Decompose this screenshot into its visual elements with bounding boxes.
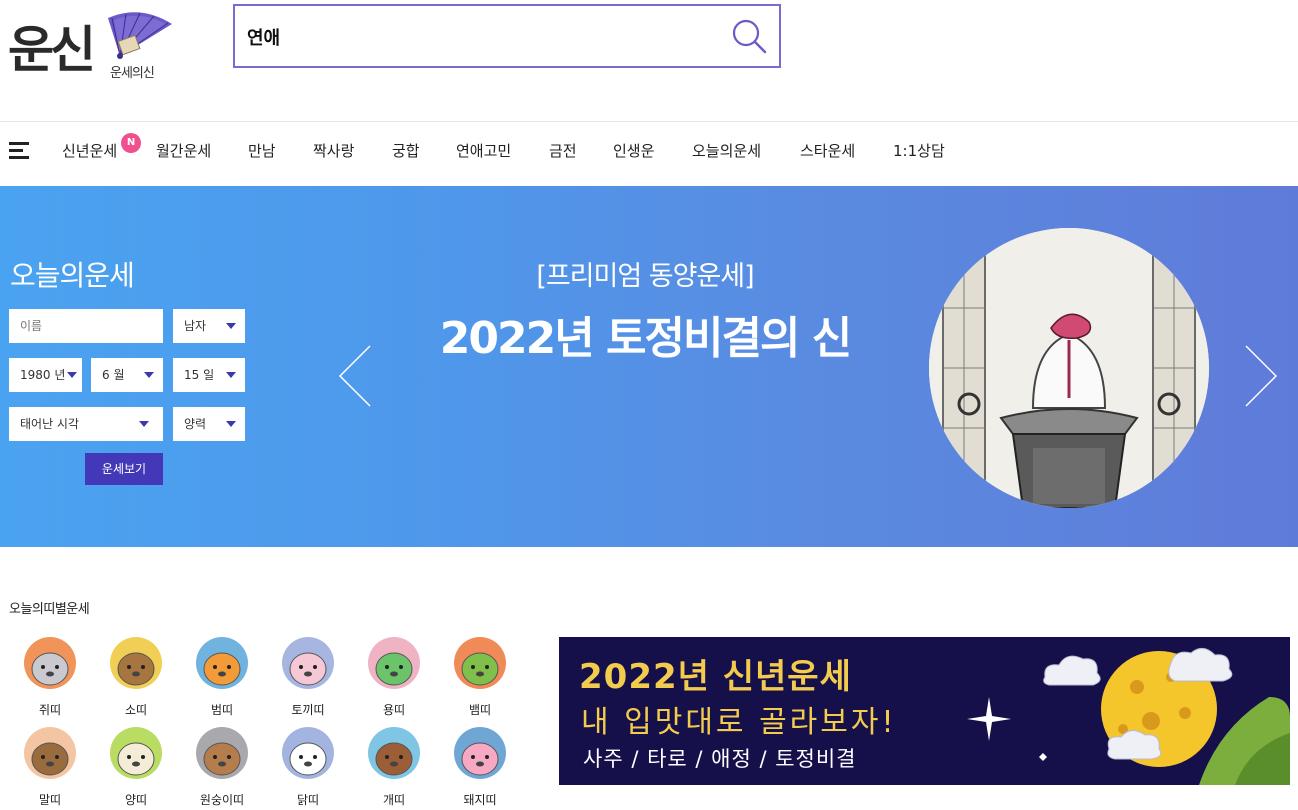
zodiac-label: 원숭이띠 <box>199 793 245 807</box>
zodiac-item[interactable]: 토끼띠 <box>273 637 343 718</box>
nav-item-meeting[interactable]: 만남 <box>248 140 276 161</box>
year-value: 1980 년 <box>20 368 66 382</box>
calendar-select[interactable]: 양력 <box>173 407 245 441</box>
menu-icon[interactable] <box>9 142 29 160</box>
main-nav: 신년운세 N 월간운세 만남 짝사랑 궁합 연애고민 금전 인생운 오늘의운세 … <box>0 122 1298 186</box>
zodiac-item[interactable]: 소띠 <box>101 637 171 718</box>
zodiac-animal-icon <box>110 637 162 689</box>
zodiac-item[interactable]: 말띠 <box>15 727 85 808</box>
year-select[interactable]: 1980 년 <box>9 358 82 392</box>
zodiac-label: 용띠 <box>382 703 406 717</box>
zodiac-animal-icon <box>282 637 334 689</box>
nav-item-money[interactable]: 금전 <box>549 140 577 161</box>
gender-select[interactable]: 남자 <box>173 309 245 343</box>
zodiac-animal-icon <box>196 637 248 689</box>
zodiac-animal-icon <box>368 637 420 689</box>
site-logo[interactable]: 운신 운세의신 <box>8 8 172 84</box>
promo-categories: 사주 / 타로 / 애정 / 토정비결 <box>583 747 857 771</box>
zodiac-animal-icon <box>454 727 506 779</box>
new-year-promo-banner[interactable]: 2022년 신년운세 내 입맛대로 골라보자! 사주 / 타로 / 애정 / 토… <box>559 637 1290 785</box>
search-icon[interactable] <box>731 18 769 56</box>
chevron-down-icon <box>226 323 236 329</box>
view-fortune-button[interactable]: 운세보기 <box>85 453 163 485</box>
day-select[interactable]: 15 일 <box>173 358 245 392</box>
zodiac-label: 개띠 <box>382 793 406 807</box>
zodiac-label: 양띠 <box>124 793 148 807</box>
month-select[interactable]: 6 월 <box>91 358 163 392</box>
hero-section: 오늘의운세 남자 1980 년 6 월 15 일 태어난 시각 양력 운세보기 … <box>0 186 1298 547</box>
banner-illustration[interactable] <box>929 228 1209 508</box>
birth-time-select[interactable]: 태어난 시각 <box>9 407 163 441</box>
month-value: 6 월 <box>102 368 125 382</box>
promo-headline: 2022년 신년운세 <box>579 657 852 697</box>
nav-item-new-year[interactable]: 신년운세 <box>62 140 117 161</box>
chevron-down-icon <box>144 372 154 378</box>
logo-subtitle: 운세의신 <box>110 66 155 81</box>
banner-title[interactable]: 2022년 토정비결의 신 <box>340 302 950 366</box>
next-arrow-icon[interactable] <box>1244 344 1280 408</box>
nav-item-today[interactable]: 오늘의운세 <box>692 140 761 161</box>
zodiac-animal-icon <box>282 727 334 779</box>
gender-value: 남자 <box>184 319 207 333</box>
search-box <box>233 4 781 68</box>
prev-arrow-icon[interactable] <box>336 344 372 408</box>
name-input[interactable] <box>9 309 163 343</box>
zodiac-label: 뱀띠 <box>468 703 492 717</box>
zodiac-label: 쥐띠 <box>38 703 62 717</box>
promo-tagline: 내 입맛대로 골라보자! <box>581 705 897 740</box>
zodiac-item[interactable]: 쥐띠 <box>15 637 85 718</box>
zodiac-item[interactable]: 원숭이띠 <box>187 727 257 808</box>
zodiac-animal-icon <box>24 637 76 689</box>
calendar-value: 양력 <box>184 417 207 431</box>
birth-time-value: 태어난 시각 <box>20 417 80 431</box>
zodiac-label: 돼지띠 <box>463 793 497 807</box>
fan-icon <box>108 12 172 59</box>
nav-item-monthly[interactable]: 월간운세 <box>156 140 211 161</box>
today-fortune-title: 오늘의운세 <box>10 259 135 292</box>
zodiac-item[interactable]: 양띠 <box>101 727 171 808</box>
moon-illustration <box>1039 648 1290 785</box>
chevron-down-icon <box>67 372 77 378</box>
chevron-down-icon <box>226 372 236 378</box>
zodiac-item[interactable]: 뱀띠 <box>445 637 515 718</box>
zodiac-item[interactable]: 개띠 <box>359 727 429 808</box>
zodiac-label: 소띠 <box>124 703 148 717</box>
nav-item-star[interactable]: 스타운세 <box>800 140 855 161</box>
day-value: 15 일 <box>184 368 215 382</box>
zodiac-label: 말띠 <box>38 793 62 807</box>
nav-item-compatibility[interactable]: 궁합 <box>392 140 420 161</box>
zodiac-label: 범띠 <box>210 703 234 717</box>
nav-item-love-advice[interactable]: 연애고민 <box>456 140 511 161</box>
zodiac-item[interactable]: 돼지띠 <box>445 727 515 808</box>
zodiac-animal-icon <box>368 727 420 779</box>
chevron-down-icon <box>139 421 149 427</box>
site-header: 운신 운세의신 <box>0 0 1298 122</box>
zodiac-item[interactable]: 용띠 <box>359 637 429 718</box>
new-badge: N <box>121 133 141 153</box>
chevron-down-icon <box>226 421 236 427</box>
nav-item-crush[interactable]: 짝사랑 <box>313 140 354 161</box>
logo-wordmark: 운신 <box>8 20 96 79</box>
zodiac-item[interactable]: 닭띠 <box>273 727 343 808</box>
zodiac-animal-icon <box>24 727 76 779</box>
zodiac-item[interactable]: 범띠 <box>187 637 257 718</box>
zodiac-section-title: 오늘의띠별운세 <box>9 602 90 617</box>
search-input[interactable] <box>247 22 717 52</box>
nav-item-life[interactable]: 인생운 <box>613 140 654 161</box>
zodiac-label: 토끼띠 <box>291 703 325 717</box>
zodiac-animal-icon <box>196 727 248 779</box>
nav-item-consult[interactable]: 1:1상담 <box>893 140 945 161</box>
banner-subtitle: [프리미엄 동양운세] <box>536 261 754 292</box>
zodiac-animal-icon <box>454 637 506 689</box>
zodiac-animal-icon <box>110 727 162 779</box>
zodiac-label: 닭띠 <box>296 793 320 807</box>
sparkle-icon <box>967 697 1011 741</box>
fortune-teller-image <box>929 228 1209 508</box>
